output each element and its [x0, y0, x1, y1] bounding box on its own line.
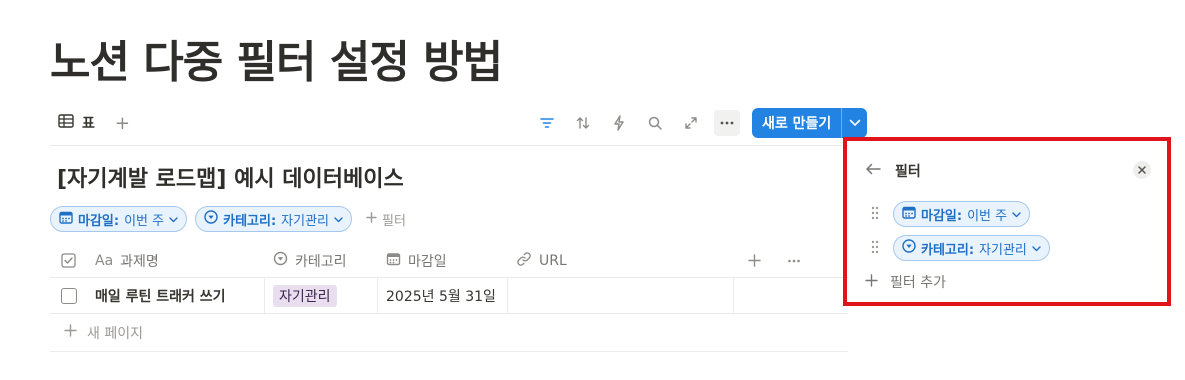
- calendar-icon: [386, 252, 401, 270]
- page-title: 노션 다중 필터 설정 방법: [50, 37, 503, 88]
- chevron-down-icon: [169, 212, 178, 227]
- filter-rule-row: 카테고리: 자기관리: [871, 235, 1050, 261]
- chevron-down-icon: [334, 212, 343, 227]
- filter-panel-title: 필터: [895, 164, 921, 180]
- row-title: 매일 루틴 트래커 쓰기: [95, 288, 226, 305]
- filter-rule-category[interactable]: 카테고리: 자기관리: [893, 235, 1050, 261]
- cell-empty: [734, 278, 774, 313]
- cell-url[interactable]: [508, 278, 734, 313]
- row-checkbox[interactable]: [60, 287, 77, 304]
- tab-table-label: 표: [82, 116, 95, 132]
- database-title[interactable]: [자기계발 로드맵] 예시 데이터베이스: [57, 161, 404, 193]
- drag-handle-icon[interactable]: [871, 239, 879, 258]
- filter-chip-due[interactable]: 마감일: 이번 주: [50, 206, 188, 232]
- more-options-icon[interactable]: [774, 244, 814, 277]
- cell-due[interactable]: 2025년 5월 31일: [378, 278, 508, 313]
- column-label: 마감일: [408, 253, 447, 270]
- add-filter-rule-label: 필터 추가: [890, 275, 946, 291]
- select-icon: [902, 239, 916, 257]
- drag-handle-icon[interactable]: [871, 205, 879, 224]
- table-icon: [58, 114, 74, 132]
- new-page-button[interactable]: 새 페이지: [50, 314, 151, 351]
- column-header-due[interactable]: 마감일: [378, 244, 508, 277]
- filter-rule-due[interactable]: 마감일: 이번 주: [893, 201, 1031, 227]
- chevron-down-icon[interactable]: [841, 108, 868, 138]
- divider: [50, 145, 848, 146]
- column-header-category[interactable]: 카테고리: [265, 244, 378, 277]
- new-button-group: 새로 만들기: [752, 108, 868, 138]
- more-options-icon[interactable]: [714, 110, 740, 136]
- filter-chip-value: 자기관리: [281, 213, 329, 229]
- column-label: 카테고리: [295, 253, 347, 270]
- automation-icon[interactable]: [606, 110, 632, 136]
- filter-chip-value: 이번 주: [124, 213, 165, 229]
- filter-rule-row: 마감일: 이번 주: [871, 201, 1031, 227]
- filter-chip-key: 마감일:: [921, 208, 963, 224]
- add-property-icon[interactable]: [734, 244, 774, 277]
- filter-chip-key: 카테고리:: [921, 242, 975, 258]
- sort-icon[interactable]: [570, 110, 596, 136]
- calendar-icon: [59, 211, 73, 228]
- new-button[interactable]: 새로 만들기: [752, 108, 842, 138]
- select-all-checkbox[interactable]: [50, 244, 87, 277]
- select-icon: [204, 210, 218, 228]
- filter-chip-value: 자기관리: [979, 242, 1027, 258]
- link-icon: [516, 251, 532, 271]
- column-label: URL: [539, 252, 567, 269]
- column-label: 과제명: [120, 253, 159, 270]
- add-filter-button[interactable]: 필터: [366, 210, 406, 229]
- add-filter-rule-button[interactable]: 필터 추가: [865, 272, 946, 292]
- row-checkbox-cell[interactable]: [50, 278, 87, 313]
- back-arrow-icon[interactable]: [865, 163, 881, 179]
- filter-panel: 필터 마감일: 이번 주 카테고리: 자기관리 필터 추가: [851, 145, 1163, 298]
- view-tabs: 표 +: [58, 110, 130, 136]
- filter-panel-header: 필터: [865, 161, 921, 181]
- expand-icon[interactable]: [678, 110, 704, 136]
- filter-chip-key: 마감일:: [78, 213, 120, 229]
- table-header: Aa 과제명 카테고리 마감일 URL: [50, 244, 848, 278]
- database-toolbar: 새로 만들기: [534, 108, 868, 138]
- database-table: Aa 과제명 카테고리 마감일 URL 매일 루틴 트래커 쓰기 자기관리 20…: [50, 244, 848, 352]
- new-page-row[interactable]: 새 페이지: [50, 314, 848, 352]
- filter-chip-value: 이번 주: [967, 208, 1008, 224]
- chevron-down-icon: [1032, 241, 1041, 256]
- table-row[interactable]: 매일 루틴 트래커 쓰기 자기관리 2025년 5월 31일: [50, 278, 848, 314]
- tab-table-view[interactable]: 표: [58, 113, 95, 133]
- new-page-label: 새 페이지: [87, 325, 143, 342]
- cell-category[interactable]: 자기관리: [265, 278, 378, 313]
- category-tag: 자기관리: [273, 284, 337, 307]
- cell-name[interactable]: 매일 루틴 트래커 쓰기: [87, 278, 265, 313]
- text-icon: Aa: [95, 252, 114, 269]
- column-header-name[interactable]: Aa 과제명: [87, 244, 265, 277]
- close-icon[interactable]: [1133, 161, 1151, 179]
- add-filter-label: 필터: [382, 213, 406, 229]
- plus-icon: [366, 211, 377, 227]
- plus-icon: [64, 324, 77, 341]
- add-view-icon[interactable]: +: [115, 113, 130, 134]
- chevron-down-icon: [1012, 207, 1021, 222]
- calendar-icon: [902, 206, 916, 223]
- filter-chip-key: 카테고리:: [223, 213, 277, 229]
- plus-icon: [865, 273, 878, 291]
- active-filters: 마감일: 이번 주 카테고리: 자기관리 필터: [50, 206, 406, 232]
- search-icon[interactable]: [642, 110, 668, 136]
- due-date: 2025년 5월 31일: [386, 288, 496, 305]
- filter-chip-category[interactable]: 카테고리: 자기관리: [195, 206, 352, 232]
- column-header-url[interactable]: URL: [508, 244, 734, 277]
- select-icon: [273, 251, 288, 270]
- filter-icon[interactable]: [534, 110, 560, 136]
